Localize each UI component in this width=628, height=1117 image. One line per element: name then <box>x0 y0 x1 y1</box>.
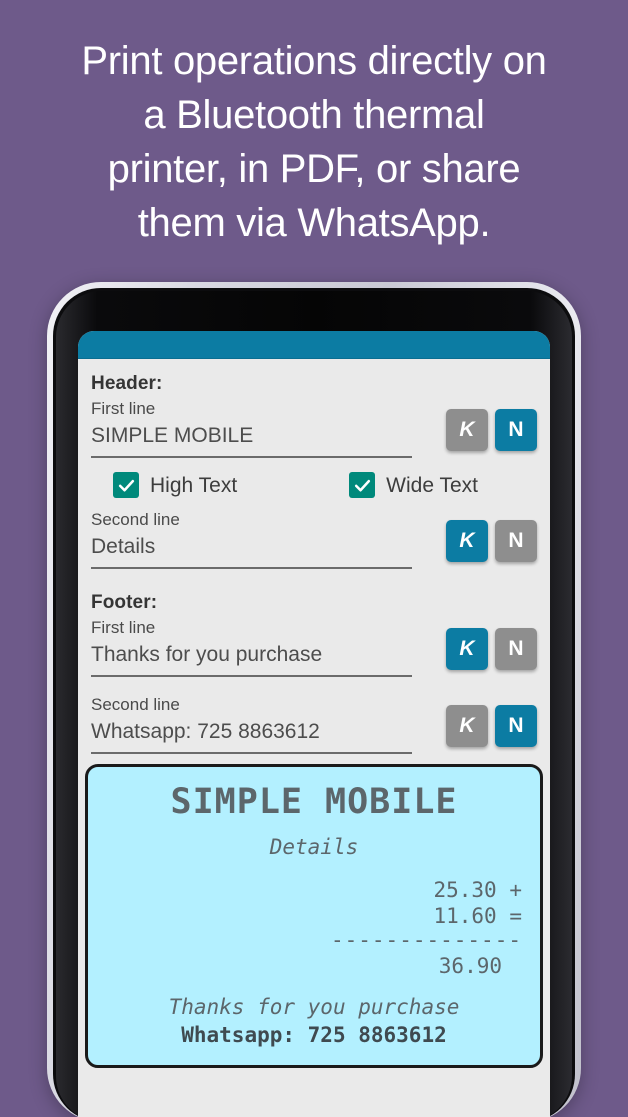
footer-first-line-input[interactable]: Thanks for you purchase <box>91 640 440 670</box>
receipt-amount-2: 11.60 = <box>433 903 522 928</box>
footer-second-line-field[interactable]: Second line Whatsapp: 725 8863612 <box>91 693 440 754</box>
receipt-title: SIMPLE MOBILE <box>170 782 458 822</box>
receipt-separator: -------------- <box>330 927 522 952</box>
header-second-line-row: Second line Details K N <box>91 508 537 569</box>
footer-first-line-label: First line <box>91 618 156 637</box>
header-second-line-style-buttons: K N <box>446 520 537 569</box>
footer-second-line-input[interactable]: Whatsapp: 725 8863612 <box>91 717 440 747</box>
wide-text-label: Wide Text <box>386 473 478 497</box>
footer-first-line-underline <box>91 675 412 677</box>
footer-second-line-italic-button[interactable]: K <box>446 705 488 747</box>
footer-first-line-style-buttons: K N <box>446 628 537 677</box>
headline-line-2: a Bluetooth thermal <box>143 93 485 137</box>
header-first-line-bold-button[interactable]: N <box>495 409 537 451</box>
header-first-line-label: First line <box>91 399 156 418</box>
receipt-total: 36.90 <box>438 953 502 978</box>
headline-line-1: Print operations directly on <box>81 39 547 83</box>
header-first-line-input[interactable]: SIMPLE MOBILE <box>91 421 440 451</box>
app-bar <box>78 331 550 359</box>
receipt-amount-1: 25.30 + <box>433 877 522 902</box>
header-first-line-italic-button[interactable]: K <box>446 409 488 451</box>
header-second-line-label: Second line <box>91 510 180 529</box>
wide-text-checkbox[interactable] <box>349 472 376 498</box>
footer-second-line-underline <box>91 752 412 754</box>
receipt-preview: SIMPLE MOBILE Details 25.30 + 11.60 = --… <box>85 764 543 1068</box>
header-first-line-row: First line SIMPLE MOBILE K N <box>91 397 537 458</box>
phone-screen: Header: First line SIMPLE MOBILE K N Hig… <box>78 331 550 1117</box>
header-first-line-style-buttons: K N <box>446 409 537 458</box>
receipt-subtitle: Details <box>269 834 359 859</box>
footer-second-line-label: Second line <box>91 695 180 714</box>
header-second-line-italic-button[interactable]: K <box>446 520 488 562</box>
header-first-line-field[interactable]: First line SIMPLE MOBILE <box>91 397 440 458</box>
footer-first-line-row: First line Thanks for you purchase K N <box>91 616 537 677</box>
header-second-line-underline <box>91 567 412 569</box>
footer-second-line-style-buttons: K N <box>446 705 537 754</box>
header-second-line-field[interactable]: Second line Details <box>91 508 440 569</box>
footer-first-line-bold-button[interactable]: N <box>495 628 537 670</box>
receipt-whatsapp: Whatsapp: 725 8863612 <box>181 1022 447 1047</box>
check-icon <box>354 479 370 492</box>
footer-section-title: Footer: <box>91 592 158 613</box>
footer-first-line-italic-button[interactable]: K <box>446 628 488 670</box>
text-size-options: High Text Wide Text <box>91 472 537 498</box>
header-first-line-underline <box>91 456 412 458</box>
high-text-option[interactable]: High Text <box>113 472 237 498</box>
phone-mockup: Header: First line SIMPLE MOBILE K N Hig… <box>47 282 581 1117</box>
headline-line-4: them via WhatsApp. <box>137 201 491 245</box>
header-second-line-input[interactable]: Details <box>91 532 440 562</box>
header-second-line-bold-button[interactable]: N <box>495 520 537 562</box>
wide-text-option[interactable]: Wide Text <box>349 472 478 498</box>
settings-form: Header: First line SIMPLE MOBILE K N Hig… <box>78 359 550 754</box>
high-text-checkbox[interactable] <box>113 472 139 498</box>
headline-line-3: printer, in PDF, or share <box>107 147 521 191</box>
footer-second-line-bold-button[interactable]: N <box>495 705 537 747</box>
header-section-title: Header: <box>91 373 163 394</box>
high-text-label: High Text <box>150 473 238 497</box>
receipt-thanks: Thanks for you purchase <box>168 994 460 1019</box>
footer-first-line-field[interactable]: First line Thanks for you purchase <box>91 616 440 677</box>
check-icon <box>118 479 134 492</box>
footer-second-line-row: Second line Whatsapp: 725 8863612 K N <box>91 693 537 754</box>
promo-headline: Print operations directly on a Bluetooth… <box>0 34 628 250</box>
